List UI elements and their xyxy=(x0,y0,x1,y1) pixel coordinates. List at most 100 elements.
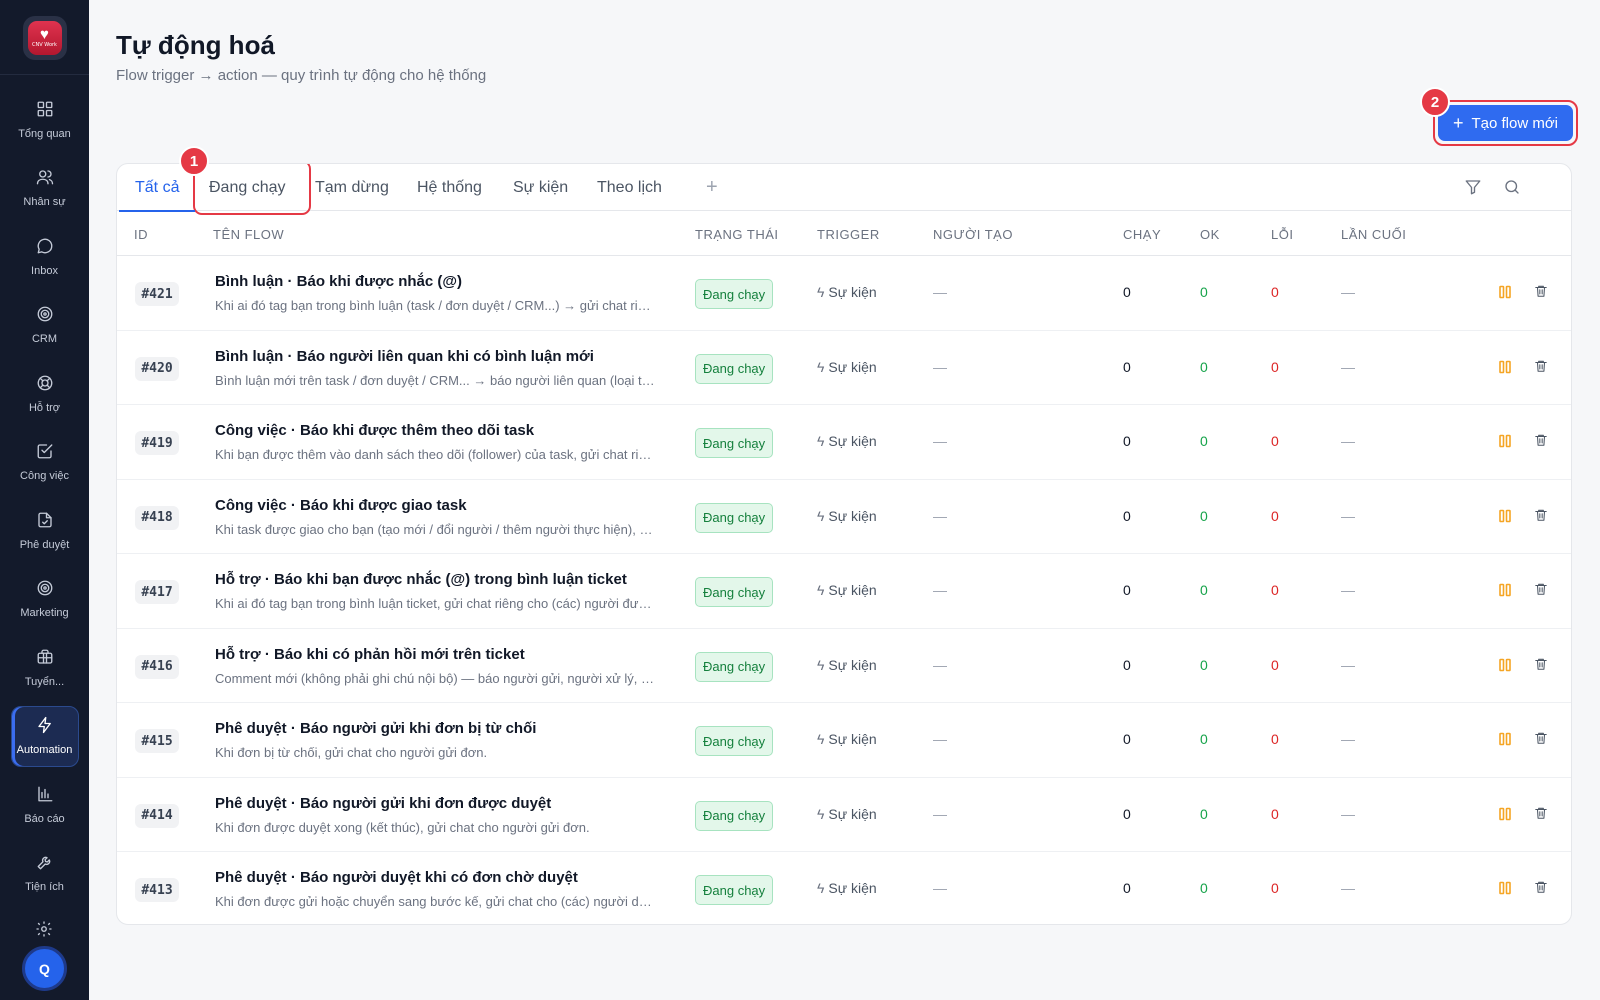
flow-name[interactable]: Công việc · Báo khi được giao task xyxy=(215,497,467,514)
last-run: — xyxy=(1341,358,1355,375)
table-row[interactable]: #416 Hỗ trợ · Báo khi có phản hồi mới trê… xyxy=(117,629,1571,703)
document-icon xyxy=(36,511,54,534)
tab-4[interactable]: Sự kiện xyxy=(513,164,568,211)
flow-description: Khi task được giao cho bạn (tạo mới / đổ… xyxy=(215,521,655,537)
sidebar-item-crm[interactable]: CRM xyxy=(11,295,79,356)
table-row[interactable]: #421 Bình luận · Báo khi được nhắc (@) Khi… xyxy=(117,256,1571,331)
flow-name[interactable]: Phê duyệt · Báo người gửi khi đơn bị từ … xyxy=(215,720,536,737)
trigger-label: Sự kiện xyxy=(828,284,877,300)
trigger-type: ϟ Sự kiện xyxy=(817,582,877,598)
flow-name[interactable]: Hỗ trợ · Báo khi bạn được nhắc (@) trong… xyxy=(215,571,627,588)
pause-icon[interactable] xyxy=(1498,285,1512,299)
sidebar-item-automation[interactable]: Automation xyxy=(10,705,79,767)
last-run: — xyxy=(1341,805,1355,822)
trash-icon[interactable] xyxy=(1534,731,1548,746)
creator: — xyxy=(933,731,947,747)
flow-table-card: + Tất cả Đang chạy Tạm dừng Hệ thống Sự kiện… xyxy=(116,163,1572,925)
annotation-badge-2: 2 xyxy=(1420,87,1450,117)
trigger-type: ϟ Sự kiện xyxy=(817,508,877,524)
table-row[interactable]: #413 Phê duyệt · Báo người duyệt khi có đ… xyxy=(117,852,1571,924)
tab-3[interactable]: Hệ thống xyxy=(417,164,482,211)
flow-name[interactable]: Phê duyệt · Báo người duyệt khi có đơn c… xyxy=(215,869,578,886)
trigger-type: ϟ Sự kiện xyxy=(817,433,877,449)
pause-icon[interactable] xyxy=(1498,360,1512,374)
col-name: TÊN FLOW xyxy=(213,227,285,242)
table-row[interactable]: #420 Bình luận · Báo người liên quan khi … xyxy=(117,331,1571,405)
trigger-label: Sự kiện xyxy=(828,358,877,375)
gear-icon[interactable] xyxy=(35,920,53,938)
table-row[interactable]: #415 Phê duyệt · Báo người gửi khi đơn bị… xyxy=(117,703,1571,778)
add-tab-button[interactable]: + xyxy=(706,176,718,199)
new-flow-button[interactable]: + Tạo flow mới xyxy=(1438,105,1573,141)
last-run: — xyxy=(1341,433,1355,449)
flow-id: #414 xyxy=(135,803,179,828)
col-error: LỖI xyxy=(1271,227,1294,242)
flow-name[interactable]: Công việc · Báo khi được thêm theo dõi t… xyxy=(215,422,534,439)
pause-icon[interactable] xyxy=(1498,434,1512,448)
last-run: — xyxy=(1341,582,1355,598)
tab-5[interactable]: Theo lịch xyxy=(597,164,662,211)
tab-1[interactable]: Đang chạy xyxy=(209,164,286,211)
pause-icon[interactable] xyxy=(1498,881,1512,895)
sidebar-item-công-việc[interactable]: Công việc xyxy=(11,432,79,493)
sidebar-item-label: Marketing xyxy=(20,607,69,619)
trash-icon[interactable] xyxy=(1534,880,1548,895)
pause-icon[interactable] xyxy=(1498,807,1512,821)
flow-name[interactable]: Phê duyệt · Báo người gửi khi đơn được d… xyxy=(215,795,551,812)
filter-icon[interactable] xyxy=(1464,178,1482,196)
pause-icon[interactable] xyxy=(1498,509,1512,523)
tab-bar: + Tất cả Đang chạy Tạm dừng Hệ thống Sự kiện… xyxy=(117,164,1571,215)
target-icon xyxy=(36,579,54,602)
tab-0[interactable]: Tất cả xyxy=(118,164,197,212)
ok-count: 0 xyxy=(1200,582,1208,598)
run-count: 0 xyxy=(1123,433,1131,449)
search-icon[interactable] xyxy=(1503,178,1521,196)
trash-icon[interactable] xyxy=(1534,508,1548,523)
sidebar-item-hỗ-trợ[interactable]: Hỗ trợ xyxy=(11,363,79,424)
table-row[interactable]: #419 Công việc · Báo khi được thêm theo d… xyxy=(117,405,1571,480)
table-row[interactable]: #417 Hỗ trợ · Báo khi bạn được nhắc (@) t… xyxy=(117,554,1571,629)
sidebar-item-tuyển[interactable]: Tuyển... xyxy=(11,637,79,698)
ok-count: 0 xyxy=(1200,880,1208,896)
run-count: 0 xyxy=(1123,507,1131,524)
table-row[interactable]: #418 Công việc · Báo khi được giao task Kh… xyxy=(117,480,1571,554)
trash-icon[interactable] xyxy=(1534,582,1548,597)
flow-name[interactable]: Bình luận · Báo người liên quan khi có b… xyxy=(215,348,594,365)
flow-id: #416 xyxy=(135,654,179,679)
sidebar-item-marketing[interactable]: Marketing xyxy=(11,569,79,630)
trigger-label: Sự kiện xyxy=(828,507,877,524)
trash-icon[interactable] xyxy=(1534,433,1548,448)
bolt-icon: ϟ xyxy=(817,731,825,747)
flow-name[interactable]: Bình luận · Báo khi được nhắc (@) xyxy=(215,273,462,290)
bolt-icon: ϟ xyxy=(817,433,825,449)
pause-icon[interactable] xyxy=(1498,732,1512,746)
flow-description: Khi ai đó tag bạn trong bình luận ticket… xyxy=(215,596,655,611)
table-row[interactable]: #414 Phê duyệt · Báo người gửi khi đơn đư… xyxy=(117,778,1571,852)
heart-icon: ♥ xyxy=(40,26,49,43)
pause-icon[interactable] xyxy=(1498,658,1512,672)
sidebar-item-phê-duyệt[interactable]: Phê duyệt xyxy=(11,500,79,561)
flow-id: #421 xyxy=(135,282,179,306)
run-count: 0 xyxy=(1123,731,1131,747)
last-run: — xyxy=(1341,880,1355,896)
sidebar-item-tổng-quan[interactable]: Tổng quan xyxy=(11,89,79,150)
flow-name[interactable]: Hỗ trợ · Báo khi có phản hồi mới trên ti… xyxy=(215,646,525,663)
pause-icon[interactable] xyxy=(1498,583,1512,597)
sidebar-item-báo-cáo[interactable]: Báo cáo xyxy=(11,774,79,835)
status-badge: Đang chạy xyxy=(695,726,774,756)
sidebar-item-nhân-sự[interactable]: Nhân sự xyxy=(11,158,79,219)
trash-icon[interactable] xyxy=(1534,806,1548,821)
trash-icon[interactable] xyxy=(1534,657,1548,672)
trash-icon[interactable] xyxy=(1534,284,1548,299)
error-count: 0 xyxy=(1271,582,1279,598)
user-avatar[interactable]: Q xyxy=(22,946,67,991)
trash-icon[interactable] xyxy=(1534,359,1548,374)
flow-description: Khi đơn được gửi hoặc chuyển sang bước k… xyxy=(215,894,655,909)
trigger-type: ϟ Sự kiện xyxy=(817,284,877,300)
trigger-type: ϟ Sự kiện xyxy=(817,806,877,822)
sidebar-item-tiện-ích[interactable]: Tiện ích xyxy=(11,843,79,904)
tab-2[interactable]: Tạm dừng xyxy=(315,164,389,211)
app-logo[interactable]: ♥ CNV Work xyxy=(22,16,67,60)
bolt-icon: ϟ xyxy=(817,805,825,822)
sidebar-item-inbox[interactable]: Inbox xyxy=(11,226,79,287)
